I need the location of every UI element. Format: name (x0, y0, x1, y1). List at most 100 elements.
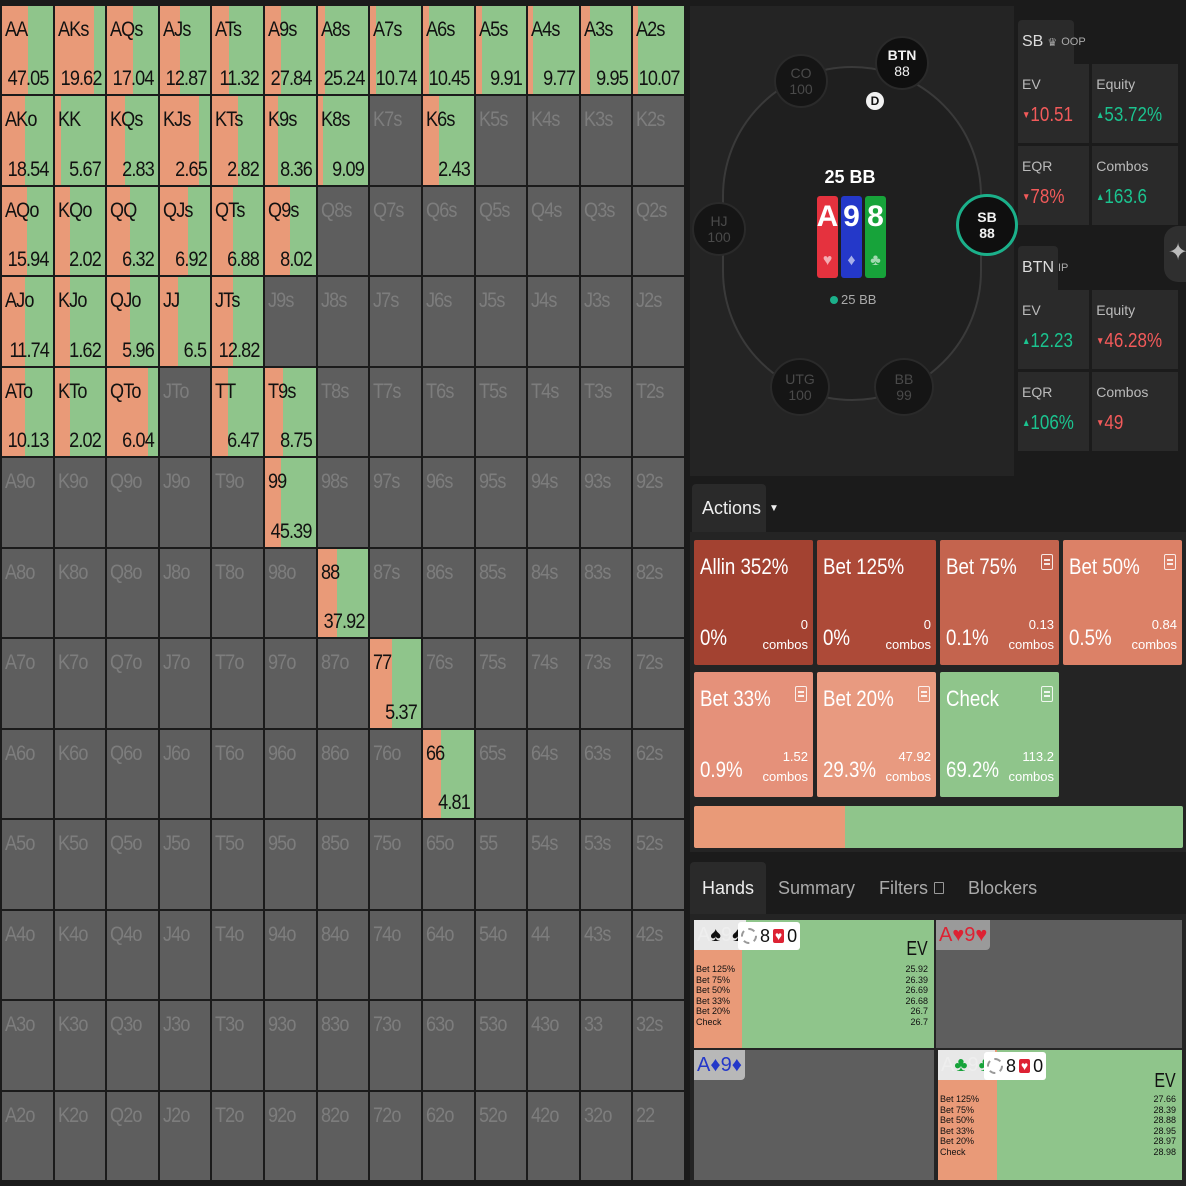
hand-cell[interactable]: 75o (370, 820, 421, 909)
hand-cell[interactable]: 96o (265, 729, 316, 819)
hand-cell[interactable]: T4o (212, 910, 264, 1000)
hand-cell[interactable]: T2s (633, 367, 684, 457)
hand-cell[interactable]: 43s (580, 910, 632, 1000)
hand-cell[interactable]: T8o (212, 548, 264, 638)
action-bet-125[interactable]: Bet 125% 0% 0 combos (817, 540, 936, 665)
hand-cell[interactable]: K8o (54, 548, 106, 638)
hand-cell[interactable]: 53s (580, 820, 632, 909)
hand-cell[interactable]: KJo 1.62 (54, 277, 106, 366)
hand-cell[interactable]: 95s (475, 458, 527, 547)
hand-cell[interactable]: 63s (580, 729, 632, 819)
hand-cell[interactable]: K8s 9.09 (317, 96, 369, 185)
hand-cell[interactable]: Q8s (317, 186, 369, 276)
tab-hands[interactable]: Hands (690, 862, 767, 914)
hand-cell[interactable]: 85o (317, 820, 369, 909)
hand-cell[interactable]: A5o (2, 820, 53, 909)
hand-cell[interactable]: ATs 11.32 (212, 6, 264, 95)
hand-cell[interactable]: 84o (317, 910, 369, 1000)
hand-cell[interactable]: 76s (422, 639, 474, 728)
hand-cell[interactable]: QQ 6.32 (107, 186, 158, 276)
hand-cell[interactable]: T9o (212, 458, 264, 547)
hand-cell[interactable]: 22 (633, 1091, 684, 1180)
hand-cell[interactable]: ATo 10.13 (2, 367, 53, 457)
hand-cell[interactable]: 92s (633, 458, 684, 547)
hand-cell[interactable]: 88 37.92 (317, 548, 369, 638)
hand-cell[interactable]: 87o (317, 639, 369, 728)
hand-combo-a9-diamonds[interactable]: A ♦ 9 ♦ (694, 1050, 934, 1180)
notes-icon[interactable] (1041, 554, 1053, 570)
hand-cell[interactable]: A2o (2, 1091, 53, 1180)
hand-cell[interactable]: K9o (54, 458, 106, 547)
hand-cell[interactable]: K7s (370, 96, 421, 185)
hand-cell[interactable]: AKo 18.54 (2, 96, 53, 185)
hand-cell[interactable]: Q3o (107, 1001, 158, 1090)
hand-cell[interactable]: 72s (633, 639, 684, 728)
hand-cell[interactable]: KQs 2.83 (107, 96, 158, 185)
hand-cell[interactable]: 86s (422, 548, 474, 638)
tab-summary[interactable]: Summary (766, 862, 867, 914)
hand-cell[interactable]: AA 47.05 (2, 6, 53, 95)
hand-cell[interactable]: 95o (265, 820, 316, 909)
hand-cell[interactable]: J6s (422, 277, 474, 366)
hand-cell[interactable]: A6s 10.45 (422, 6, 474, 95)
hand-cell[interactable]: Q3s (580, 186, 632, 276)
hand-cell[interactable]: 98s (317, 458, 369, 547)
hand-cell[interactable]: J2o (159, 1091, 211, 1180)
hand-cell[interactable]: 44 (528, 910, 579, 1000)
action-bet-50[interactable]: Bet 50% 0.5% 0.84 combos (1063, 540, 1182, 665)
hand-cell[interactable]: Q4s (528, 186, 579, 276)
hand-cell[interactable]: JTo (159, 367, 211, 457)
hand-cell[interactable]: 86o (317, 729, 369, 819)
hand-cell[interactable]: 54s (528, 820, 579, 909)
hand-combo-a9-clubs[interactable]: A♣9♣ 8 ♥0 EV Bet 125%Bet 75%Bet 50%Bet 3… (938, 1050, 1182, 1180)
hand-cell[interactable]: J8o (159, 548, 211, 638)
hand-cell[interactable]: AQo 15.94 (2, 186, 53, 276)
hand-cell[interactable]: QTo 6.04 (107, 367, 158, 457)
hand-cell[interactable]: A8o (2, 548, 53, 638)
hand-cell[interactable]: 97o (265, 639, 316, 728)
hand-cell[interactable]: T5s (475, 367, 527, 457)
hand-cell[interactable]: 76o (370, 729, 421, 819)
hand-cell[interactable]: J9o (159, 458, 211, 547)
hand-cell[interactable]: 73s (580, 639, 632, 728)
hand-cell[interactable]: A6o (2, 729, 53, 819)
hand-cell[interactable]: 55 (475, 820, 527, 909)
seat-sb[interactable]: SB 88 (956, 194, 1018, 256)
hand-cell[interactable]: T4s (528, 367, 579, 457)
hand-cell[interactable]: K4o (54, 910, 106, 1000)
hand-cell[interactable]: QJo 5.96 (107, 277, 158, 366)
hand-cell[interactable]: J4o (159, 910, 211, 1000)
tab-blockers[interactable]: Blockers (956, 862, 1049, 914)
hand-cell[interactable]: KTs 2.82 (212, 96, 264, 185)
hand-cell[interactable]: 42o (528, 1091, 579, 1180)
hand-cell[interactable]: A4s 9.77 (528, 6, 579, 95)
hand-cell[interactable]: JTs 12.82 (212, 277, 264, 366)
hand-cell[interactable]: Q7s (370, 186, 421, 276)
hand-cell[interactable]: J2s (633, 277, 684, 366)
hand-cell[interactable]: 94o (265, 910, 316, 1000)
hand-cell[interactable]: Q6s (422, 186, 474, 276)
hand-cell[interactable]: 93s (580, 458, 632, 547)
hand-cell[interactable]: J5o (159, 820, 211, 909)
hand-cell[interactable]: 64o (422, 910, 474, 1000)
hand-cell[interactable]: 83s (580, 548, 632, 638)
action-check[interactable]: Check 69.2% 113.2 combos (940, 672, 1059, 797)
hand-cell[interactable]: 33 (580, 1001, 632, 1090)
hand-cell[interactable]: 82o (317, 1091, 369, 1180)
hand-cell[interactable]: A4o (2, 910, 53, 1000)
hand-cell[interactable]: 84s (528, 548, 579, 638)
hand-cell[interactable]: A3o (2, 1001, 53, 1090)
hand-cell[interactable]: 96s (422, 458, 474, 547)
hand-cell[interactable]: A7s 10.74 (370, 6, 421, 95)
hand-cell[interactable]: T5o (212, 820, 264, 909)
hand-cell[interactable]: Q8o (107, 548, 158, 638)
ai-sparkle-icon[interactable]: ✦ (1164, 226, 1186, 282)
hand-cell[interactable]: 54o (475, 910, 527, 1000)
hand-cell[interactable]: QJs 6.92 (159, 186, 211, 276)
hand-cell[interactable]: 83o (317, 1001, 369, 1090)
hand-cell[interactable]: K6s 2.43 (422, 96, 474, 185)
hand-cell[interactable]: A8s 25.24 (317, 6, 369, 95)
hand-cell[interactable]: KJs 2.65 (159, 96, 211, 185)
hand-cell[interactable]: 63o (422, 1001, 474, 1090)
hand-cell[interactable]: T2o (212, 1091, 264, 1180)
